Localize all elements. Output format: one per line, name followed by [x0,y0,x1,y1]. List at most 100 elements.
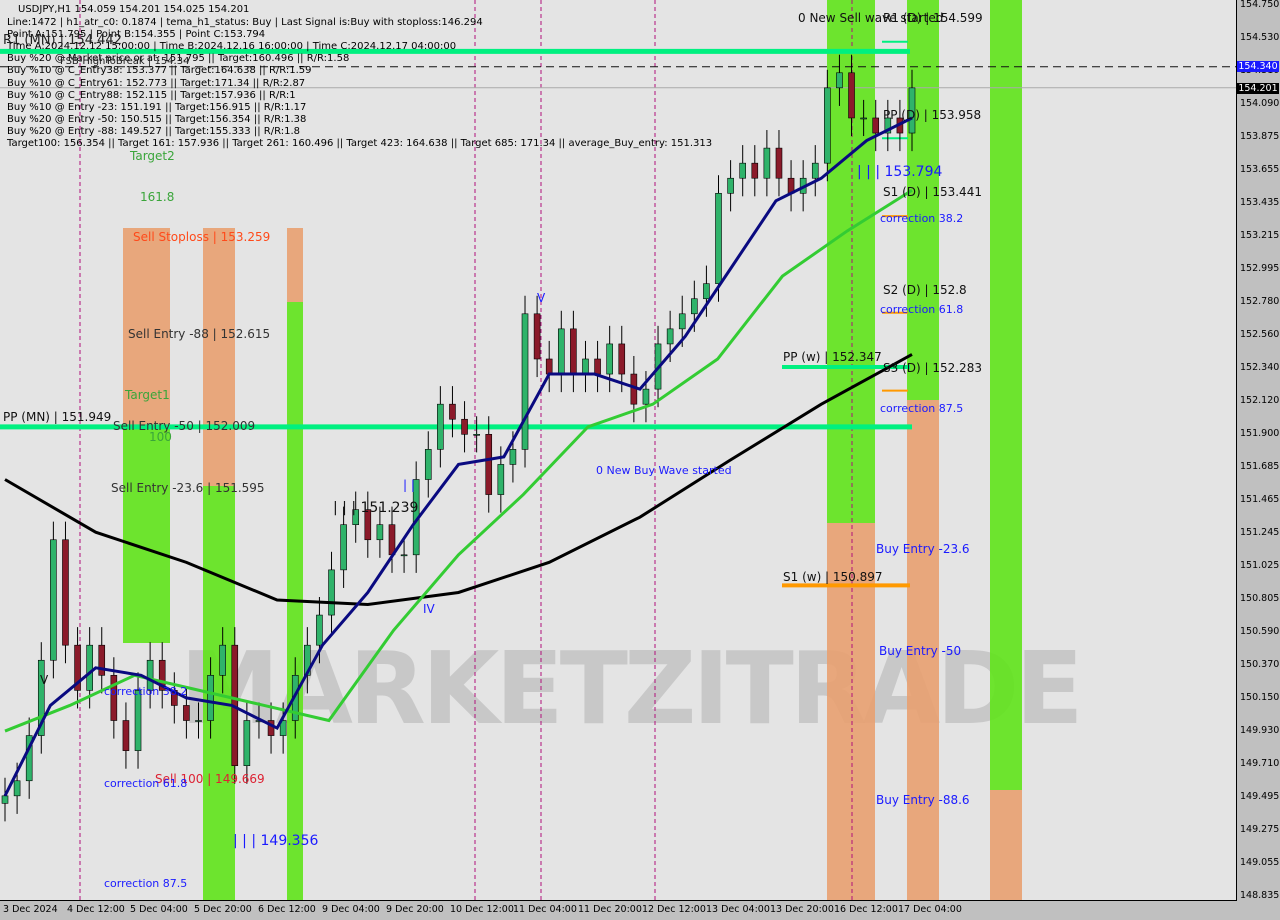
info-line: Buy %10 @ C_Entry88: 152.115 || Target:1… [7,89,296,101]
x-tick-label: 17 Dec 04:00 [898,904,962,915]
candle-body [570,328,577,375]
correction-875-left: correction 87.5 [104,877,188,890]
candle-body [424,449,432,480]
y-tick-label: 150.590 [1240,625,1280,637]
candle-body [473,434,480,436]
sell-entry-50-label: Sell Entry -50 | 152.009 [113,419,256,433]
candle-body [1,795,9,804]
sell-zone [203,228,235,486]
candle-body [642,388,650,405]
candle-body [376,524,384,541]
fib-1618-label: 161.8 [140,190,175,204]
target1-label: Target1 [125,388,170,402]
candle-body [98,644,106,676]
buy-zone [907,0,939,400]
sell-stoploss-label: Sell Stoploss | 153.259 [133,230,271,244]
candle-body [582,358,589,375]
y-tick-label: 152.120 [1240,395,1280,407]
candle-body [497,464,505,495]
candle-body [594,358,601,375]
x-tick-label: 9 Dec 04:00 [322,904,380,915]
candle-body [545,358,553,375]
buy-zone [990,0,1022,790]
x-tick-label: 11 Dec 04:00 [513,904,577,915]
y-tick-label: 151.685 [1240,460,1280,472]
candle-body [86,644,93,691]
candle-body [219,644,226,676]
candle-body [618,343,626,375]
candle-body [316,614,323,646]
r1-d-label: R1 (D) | 154.599 [883,11,983,25]
x-tick-label: 13 Dec 20:00 [770,904,834,915]
y-tick-label: 150.150 [1240,691,1280,703]
wave-149-label: | | | 149.356 [233,833,319,849]
pp-d-label: PP (D) | 153.958 [883,108,982,122]
correction-382-left: correction 38.2 [104,685,188,698]
y-tick-label: 152.780 [1240,295,1280,307]
candle-body [763,147,771,179]
candle-body [183,705,190,721]
y-tick-label: 151.465 [1240,493,1280,505]
y-tick-label: 153.655 [1240,163,1280,175]
buy-zone [123,428,170,643]
candle-body [678,313,686,330]
x-tick-label: 3 Dec 2024 [3,904,58,915]
y-tick-label: 152.560 [1240,328,1280,340]
s2-d-label: S2 (D) | 152.8 [883,283,967,297]
sell-entry-88-label: Sell Entry -88 | 152.615 [128,327,271,341]
bid-price-tag: 154.201 [1237,83,1279,94]
candle-body [328,569,335,616]
candle-body [243,720,251,767]
correction-875: correction 87.5 [880,402,964,415]
wave-153-label: | | | 153.794 [857,164,943,180]
wave-151-label: | | | 151.239 [333,500,419,516]
info-line: Buy %20 @ Entry -88: 149.527 || Target:1… [7,125,300,137]
candle-body [437,403,444,450]
y-tick-label: 154.750 [1240,0,1280,10]
new-buy-wave-label: 0 New Buy Wave started [596,464,732,477]
x-tick-label: 9 Dec 20:00 [386,904,444,915]
candle-body [727,177,734,194]
buy-entry-50-label: Buy Entry -50 [879,644,962,658]
chart-plot-area[interactable]: MARKETZITRADE USDJPY,H1 154.059 154.201 … [0,0,1237,901]
s1-d-label: S1 (D) | 153.441 [883,185,982,199]
candle-body [811,162,819,179]
candle-body [860,117,867,120]
y-tick-label: 148.835 [1240,890,1280,901]
candle-body [606,343,613,375]
buy-entry-236-label: Buy Entry -23.6 [876,542,970,556]
y-tick-label: 151.245 [1240,526,1280,538]
candle-body [751,162,759,179]
info-line: Line:1472 | h1_atr_c0: 0.1874 | tema_h1_… [7,17,483,28]
y-tick-label: 154.090 [1240,98,1280,110]
sell-zone [990,790,1022,900]
candle-body [521,313,529,450]
x-tick-label: 5 Dec 04:00 [130,904,188,915]
y-tick-label: 152.340 [1240,362,1280,374]
candle-body [485,434,493,495]
candle-body [50,539,57,661]
candle-body [134,690,142,751]
target2-label: Target2 [130,149,175,163]
candle-body [533,313,541,360]
candle-body [400,554,408,557]
wave-v-label: V [537,291,546,305]
pp-mn-label: PP (MN) | 151.949 [3,410,112,424]
candle-body [449,403,456,420]
candle-body [824,87,831,164]
fib-100-label: 100 [149,430,172,444]
candle-body [775,147,783,179]
y-tick-label: 153.435 [1240,197,1280,209]
x-tick-label: 6 Dec 12:00 [258,904,316,915]
candle-body [666,328,674,345]
symbol-ohlc: USDJPY,H1 154.059 154.201 154.025 154.20… [18,4,250,15]
x-tick-label: 13 Dec 04:00 [706,904,770,915]
info-line: Buy %10 @ Entry -23: 151.191 || Target:1… [7,101,307,113]
y-tick-label: 149.495 [1240,790,1280,802]
y-tick-label: 149.055 [1240,856,1280,868]
candle-body [461,418,468,435]
candle-body [703,283,710,300]
candle-body [62,539,69,646]
candle-body [715,192,722,284]
info-line: Buy %20 @ Entry -50: 150.515 || Target:1… [7,113,307,125]
